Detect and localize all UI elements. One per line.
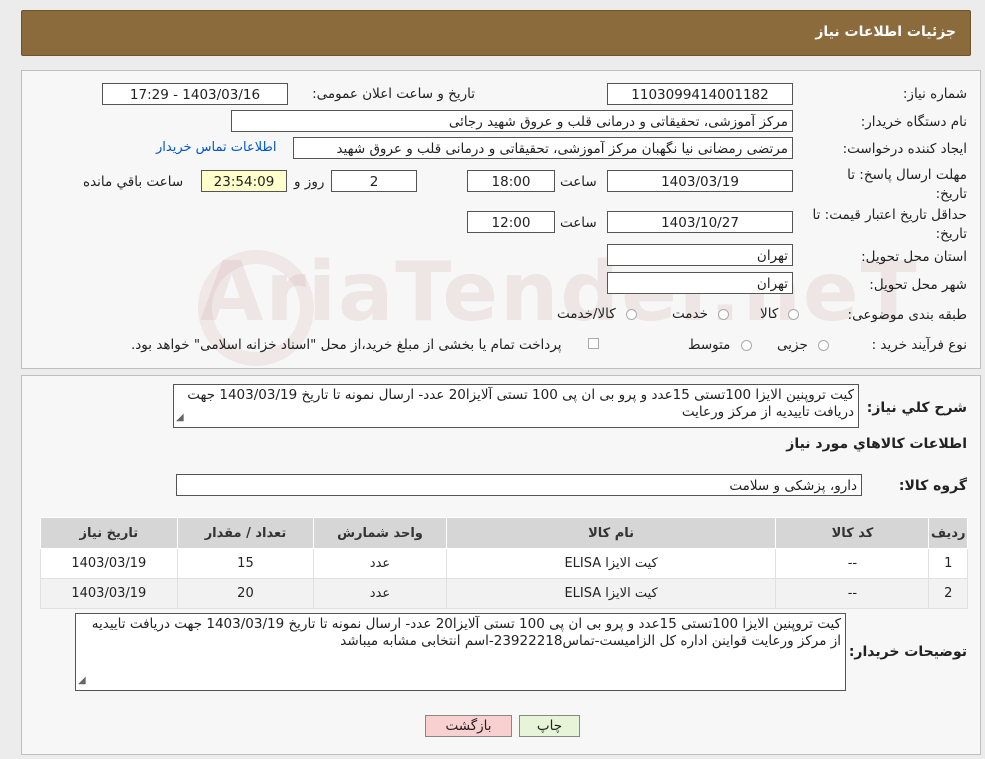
col-qty: تعداد / مقدار	[176, 517, 315, 549]
summary-label: شرح کلي نياز:	[866, 400, 967, 416]
category-goods-service-radio[interactable]	[625, 309, 637, 320]
category-option-goods[interactable]: کالا	[760, 306, 800, 322]
buyer-notes-textarea[interactable]: کیت تروپنین الایزا 100تستی 15عدد و پرو ب…	[75, 613, 846, 691]
table-header-row: ردیف کد کالا نام کالا واحد شمارش تعداد /…	[40, 517, 968, 549]
price-valid-date-field: 1403/10/27	[607, 211, 793, 233]
buyer-org-label: نام دستگاه خریدار:	[860, 114, 967, 130]
goods-group-field: دارو، پزشکی و سلامت	[176, 474, 862, 496]
buyer-contact-link[interactable]: اطلاعات تماس خریدار	[156, 140, 276, 155]
province-field: تهران	[607, 244, 793, 266]
resize-grip-icon[interactable]: ◢	[78, 672, 86, 689]
back-button[interactable]: بازگشت	[425, 715, 512, 737]
price-valid-time-field: 12:00	[467, 211, 555, 233]
announce-field: 1403/03/16 - 17:29	[102, 83, 288, 105]
deadline-time-label: ساعت	[560, 174, 597, 190]
category-option-goods-service[interactable]: کالا/خدمت	[557, 306, 637, 322]
page-header: جزئیات اطلاعات نیاز	[21, 10, 971, 56]
watermark: AriaTender.neT	[200, 245, 919, 340]
deadline-date-field: 1403/03/19	[607, 170, 793, 192]
city-field: تهران	[607, 272, 793, 294]
col-unit: واحد شمارش	[313, 517, 447, 549]
deadline-label: مهلت ارسال پاسخ: تا تاریخ:	[847, 167, 967, 202]
creator-label: ایجاد کننده درخواست:	[842, 141, 967, 157]
items-table: ردیف کد کالا نام کالا واحد شمارش تعداد /…	[40, 517, 968, 609]
creator-field: مرتضی رمضانی نیا نگهبان مرکز آموزشی، تحق…	[293, 137, 793, 159]
remaining-label: ساعت باقي مانده	[83, 174, 184, 190]
city-label: شهر محل تحویل:	[869, 277, 967, 293]
goods-info-title: اطلاعات کالاهاي مورد نياز	[786, 436, 967, 452]
category-goods-radio[interactable]	[788, 309, 800, 320]
need-number-label: شماره نیاز:	[902, 86, 967, 102]
col-row: ردیف	[928, 517, 968, 549]
page-title: جزئیات اطلاعات نیاز	[815, 24, 956, 40]
process-option-medium[interactable]: متوسط	[688, 337, 752, 353]
buyer-notes-label: توضیحات خریدار:	[848, 644, 967, 660]
category-label: طبقه بندی موضوعی:	[847, 307, 967, 323]
col-name: نام کالا	[445, 517, 777, 549]
process-partial-radio[interactable]	[817, 340, 829, 351]
category-service-radio[interactable]	[718, 309, 730, 320]
print-button[interactable]: چاپ	[519, 715, 580, 737]
remaining-time-field: 23:54:09	[201, 170, 287, 192]
price-valid-time-label: ساعت	[560, 215, 597, 231]
process-medium-radio[interactable]	[740, 340, 752, 351]
category-option-service[interactable]: خدمت	[672, 306, 730, 322]
buyer-org-field: مرکز آموزشی، تحقیقاتی و درمانی قلب و عرو…	[231, 110, 793, 132]
process-option-partial[interactable]: جزیی	[777, 337, 829, 353]
col-code: کد کالا	[775, 517, 930, 549]
price-valid-label: حداقل تاریخ اعتبار قیمت: تا تاریخ:	[812, 207, 967, 242]
need-number-field: 1103099414001182	[607, 83, 793, 105]
col-date: تاریخ نیاز	[40, 517, 178, 549]
deadline-time-field: 18:00	[467, 170, 555, 192]
table-row: 1 -- کیت الایزا ELISA عدد 15 1403/03/19	[40, 548, 968, 579]
treasury-note: پرداخت تمام یا بخشی از مبلغ خرید،از محل …	[131, 337, 562, 353]
treasury-checkbox[interactable]	[588, 338, 599, 349]
days-field: 2	[331, 170, 417, 192]
process-label: نوع فرآیند خرید :	[871, 337, 967, 353]
resize-grip-icon[interactable]: ◢	[176, 409, 184, 426]
summary-textarea[interactable]: کیت تروپنین الایزا 100تستی 15عدد و پرو ب…	[173, 384, 859, 428]
province-label: استان محل تحویل:	[861, 249, 967, 265]
announce-label: تاریخ و ساعت اعلان عمومی:	[312, 86, 475, 102]
days-label: روز و	[294, 174, 325, 190]
goods-group-label: گروه کالا:	[898, 478, 967, 494]
table-row: 2 -- کیت الایزا ELISA عدد 20 1403/03/19	[40, 578, 968, 609]
